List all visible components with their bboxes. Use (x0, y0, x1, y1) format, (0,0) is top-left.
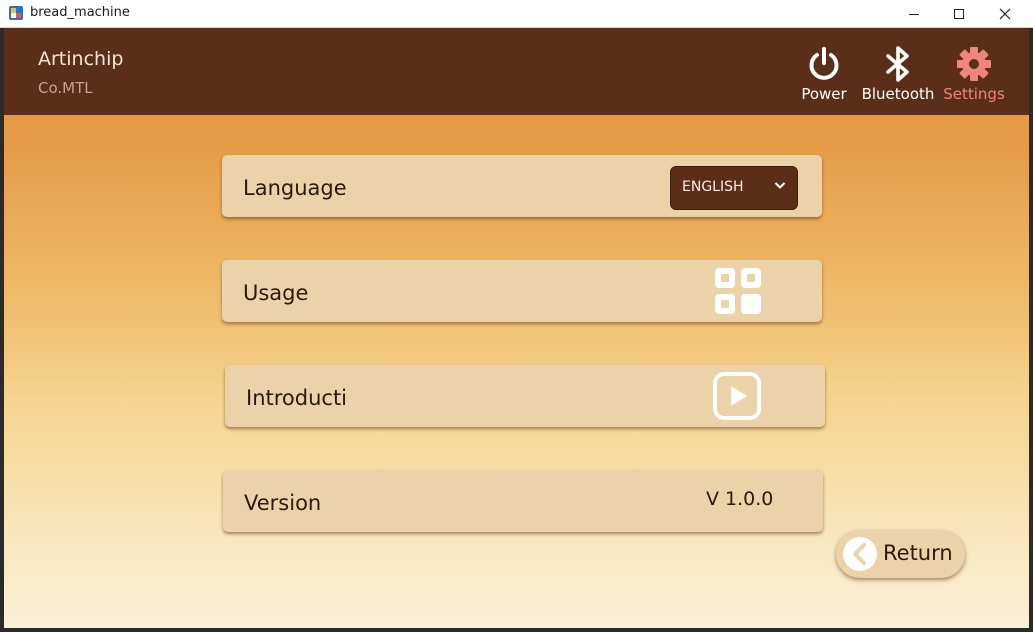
introduction-label: Introducti (246, 386, 348, 410)
window-title: bread_machine (30, 5, 130, 20)
power-icon (809, 47, 839, 80)
settings-gear-icon (957, 47, 991, 81)
return-button[interactable]: Return (836, 530, 965, 578)
maximize-button[interactable] (936, 0, 982, 27)
nav-power-label: Power (801, 85, 847, 103)
settings-screen: Artinchip Co.MTL Power Bluetooth Setting… (4, 28, 1029, 628)
play-icon[interactable] (713, 372, 761, 420)
nav-settings[interactable]: Settings (943, 44, 1005, 106)
nav-bluetooth-label: Bluetooth (861, 85, 935, 103)
app-header: Artinchip Co.MTL Power Bluetooth Setting… (4, 28, 1029, 115)
brand-title: Artinchip (38, 48, 124, 70)
chevron-left-icon (853, 543, 866, 565)
version-value: V 1.0.0 (706, 488, 774, 510)
version-label: Version (244, 491, 322, 515)
language-selected-value: ENGLISH (682, 179, 744, 195)
language-card: Language ENGLISH (222, 155, 822, 217)
language-select[interactable]: ENGLISH (670, 166, 798, 210)
minimize-button[interactable] (891, 0, 937, 27)
version-card: Version V 1.0.0 (223, 470, 823, 532)
nav-bluetooth[interactable]: Bluetooth (862, 44, 934, 106)
maximize-icon (954, 8, 964, 19)
close-icon (999, 8, 1011, 19)
window-border-right (1029, 28, 1033, 632)
window-title-bar: bread_machine (0, 0, 1033, 28)
bluetooth-icon (886, 46, 909, 82)
introduction-card[interactable]: Introducti (225, 365, 825, 427)
window-border-bottom (0, 628, 1033, 632)
close-button[interactable] (982, 0, 1028, 27)
minimize-icon (909, 13, 919, 15)
app-icon (9, 6, 23, 20)
apps-grid-icon[interactable] (714, 267, 762, 315)
nav-power[interactable]: Power (799, 44, 849, 106)
language-label: Language (243, 176, 347, 200)
return-label: Return (883, 541, 953, 565)
brand-subtitle: Co.MTL (38, 79, 93, 97)
app-window: bread_machine Artinchip Co.MTL Power Blu… (0, 0, 1033, 632)
chevron-down-icon (774, 182, 786, 189)
usage-card[interactable]: Usage (222, 260, 822, 322)
return-icon-circle (843, 537, 877, 571)
nav-settings-label: Settings (943, 85, 1005, 103)
usage-label: Usage (243, 281, 309, 305)
